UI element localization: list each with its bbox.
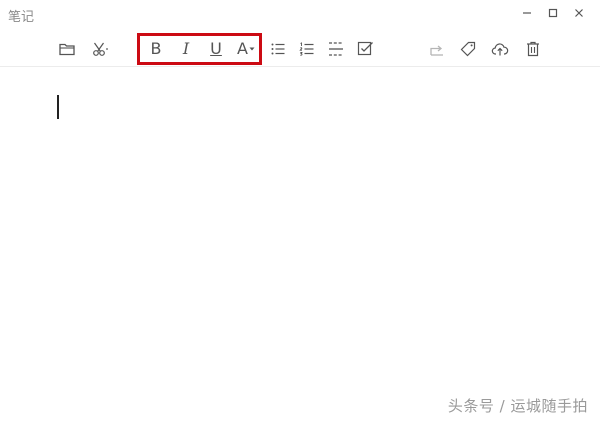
watermark: 头条号 / 运城随手拍 <box>447 397 588 415</box>
share-icon <box>430 45 443 56</box>
title-bar: 笔记 <box>0 0 600 28</box>
maximize-icon <box>548 8 558 18</box>
close-icon <box>575 9 583 17</box>
note-editor[interactable] <box>0 67 600 422</box>
open-folder-button[interactable] <box>54 36 80 62</box>
scissors-icon <box>93 42 108 56</box>
checkbox-button[interactable] <box>352 36 378 62</box>
format-group-highlight <box>137 33 262 65</box>
sync-button[interactable] <box>487 36 513 62</box>
text-caret <box>57 95 59 119</box>
toolbar: B I U A <box>0 34 600 64</box>
numbered-list-icon <box>299 42 314 56</box>
bullet-list-icon <box>271 43 285 55</box>
share-button[interactable] <box>424 36 450 62</box>
numbered-list-button[interactable] <box>294 36 320 62</box>
app-title: 笔记 <box>8 10 35 25</box>
cloud-upload-icon <box>491 43 509 56</box>
tag-button[interactable] <box>455 36 481 62</box>
delete-button[interactable] <box>520 36 546 62</box>
tag-icon <box>460 41 476 57</box>
divider-icon <box>329 42 343 56</box>
folder-icon <box>59 43 75 56</box>
checkbox-icon <box>357 41 373 56</box>
divider-button[interactable] <box>323 36 349 62</box>
bullet-list-button[interactable] <box>265 36 291 62</box>
trash-icon <box>527 41 539 57</box>
minimize-icon <box>523 12 531 14</box>
clip-button[interactable] <box>87 36 113 62</box>
close-button[interactable] <box>562 2 596 24</box>
